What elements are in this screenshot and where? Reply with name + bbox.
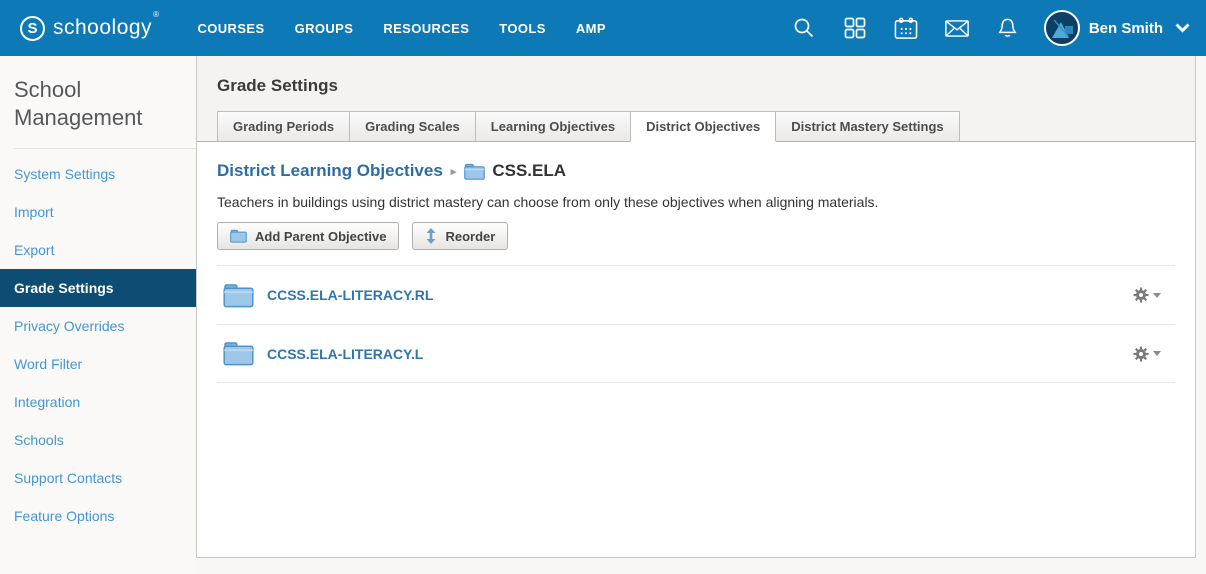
navbar-right: Ben Smith xyxy=(765,10,1190,46)
objective-row: CCSS.ELA-LITERACY.L xyxy=(217,324,1175,383)
caret-down-icon xyxy=(1153,293,1161,298)
action-buttons: Add Parent Objective Reorder xyxy=(217,222,1175,250)
reorder-label: Reorder xyxy=(445,229,495,244)
sidebar-divider xyxy=(14,148,196,149)
breadcrumb: District Learning Objectives ▸ CSS.ELA xyxy=(217,161,1175,181)
main-panel: Grade Settings Grading Periods Grading S… xyxy=(196,56,1196,558)
sidebar: School Management System Settings Import… xyxy=(0,56,196,574)
calendar-icon[interactable] xyxy=(894,16,918,40)
tab-grading-periods[interactable]: Grading Periods xyxy=(217,111,350,141)
sidebar-item-word-filter[interactable]: Word Filter xyxy=(0,345,196,383)
sidebar-item-schools[interactable]: Schools xyxy=(0,421,196,459)
folder-icon[interactable] xyxy=(223,283,254,308)
row-settings-menu[interactable] xyxy=(1133,346,1169,362)
tab-district-mastery-settings[interactable]: District Mastery Settings xyxy=(775,111,959,141)
sidebar-item-feature-options[interactable]: Feature Options xyxy=(0,497,196,535)
sidebar-item-grade-settings[interactable]: Grade Settings xyxy=(0,269,196,307)
main-nav-menu: COURSES GROUPS RESOURCES TOOLS AMP xyxy=(182,11,620,46)
gear-icon xyxy=(1133,287,1149,303)
sidebar-item-system-settings[interactable]: System Settings xyxy=(0,155,196,193)
nav-item-courses[interactable]: COURSES xyxy=(182,11,279,46)
nav-item-groups[interactable]: GROUPS xyxy=(280,11,369,46)
schoology-logo[interactable]: S schoology® xyxy=(20,16,158,41)
apps-grid-icon[interactable] xyxy=(843,16,867,40)
registered-mark: ® xyxy=(153,10,159,19)
nav-item-resources[interactable]: RESOURCES xyxy=(368,11,484,46)
add-parent-objective-button[interactable]: Add Parent Objective xyxy=(217,222,399,250)
messages-icon[interactable] xyxy=(945,16,969,40)
tab-bar: Grading Periods Grading Scales Learning … xyxy=(217,111,1175,141)
objective-link[interactable]: CCSS.ELA-LITERACY.L xyxy=(267,346,423,362)
panel-body: District Learning Objectives ▸ CSS.ELA T… xyxy=(197,142,1195,402)
notifications-icon[interactable] xyxy=(996,16,1020,40)
add-parent-objective-label: Add Parent Objective xyxy=(255,229,386,244)
gear-icon xyxy=(1133,346,1149,362)
tab-learning-objectives[interactable]: Learning Objectives xyxy=(475,111,631,141)
search-icon[interactable] xyxy=(792,16,816,40)
top-navbar: S schoology® COURSES GROUPS RESOURCES TO… xyxy=(0,0,1206,56)
chevron-down-icon xyxy=(1175,23,1190,33)
sidebar-item-support-contacts[interactable]: Support Contacts xyxy=(0,459,196,497)
folder-icon xyxy=(464,163,485,180)
nav-item-tools[interactable]: TOOLS xyxy=(484,11,561,46)
schoology-logo-icon: S xyxy=(20,16,45,41)
objectives-list: CCSS.ELA-LITERACY.RL xyxy=(217,265,1175,383)
brand-name: schoology® xyxy=(53,16,158,40)
avatar[interactable] xyxy=(1044,10,1080,46)
sidebar-item-privacy-overrides[interactable]: Privacy Overrides xyxy=(0,307,196,345)
reorder-button[interactable]: Reorder xyxy=(412,222,508,250)
breadcrumb-current: CSS.ELA xyxy=(492,161,566,181)
breadcrumb-root-link[interactable]: District Learning Objectives xyxy=(217,161,443,181)
user-name: Ben Smith xyxy=(1089,20,1163,37)
tab-grading-scales[interactable]: Grading Scales xyxy=(349,111,476,141)
page-title: Grade Settings xyxy=(217,76,1175,96)
sidebar-item-import[interactable]: Import xyxy=(0,193,196,231)
brand-initial: S xyxy=(27,20,37,37)
nav-item-amp[interactable]: AMP xyxy=(561,11,621,46)
breadcrumb-separator-icon: ▸ xyxy=(451,165,457,178)
folder-icon xyxy=(230,229,247,243)
sidebar-item-export[interactable]: Export xyxy=(0,231,196,269)
panel-header: Grade Settings Grading Periods Grading S… xyxy=(197,56,1195,142)
sidebar-item-integration[interactable]: Integration xyxy=(0,383,196,421)
sidebar-title: School Management xyxy=(14,76,164,132)
sidebar-nav: System Settings Import Export Grade Sett… xyxy=(0,155,196,535)
user-menu[interactable]: Ben Smith xyxy=(1044,10,1190,46)
objective-row: CCSS.ELA-LITERACY.RL xyxy=(217,265,1175,324)
description-text: Teachers in buildings using district mas… xyxy=(217,194,1175,210)
caret-down-icon xyxy=(1153,351,1161,356)
folder-icon[interactable] xyxy=(223,341,254,366)
row-settings-menu[interactable] xyxy=(1133,287,1169,303)
reorder-arrows-icon xyxy=(425,228,437,244)
objective-link[interactable]: CCSS.ELA-LITERACY.RL xyxy=(267,287,433,303)
tab-district-objectives[interactable]: District Objectives xyxy=(630,111,776,142)
